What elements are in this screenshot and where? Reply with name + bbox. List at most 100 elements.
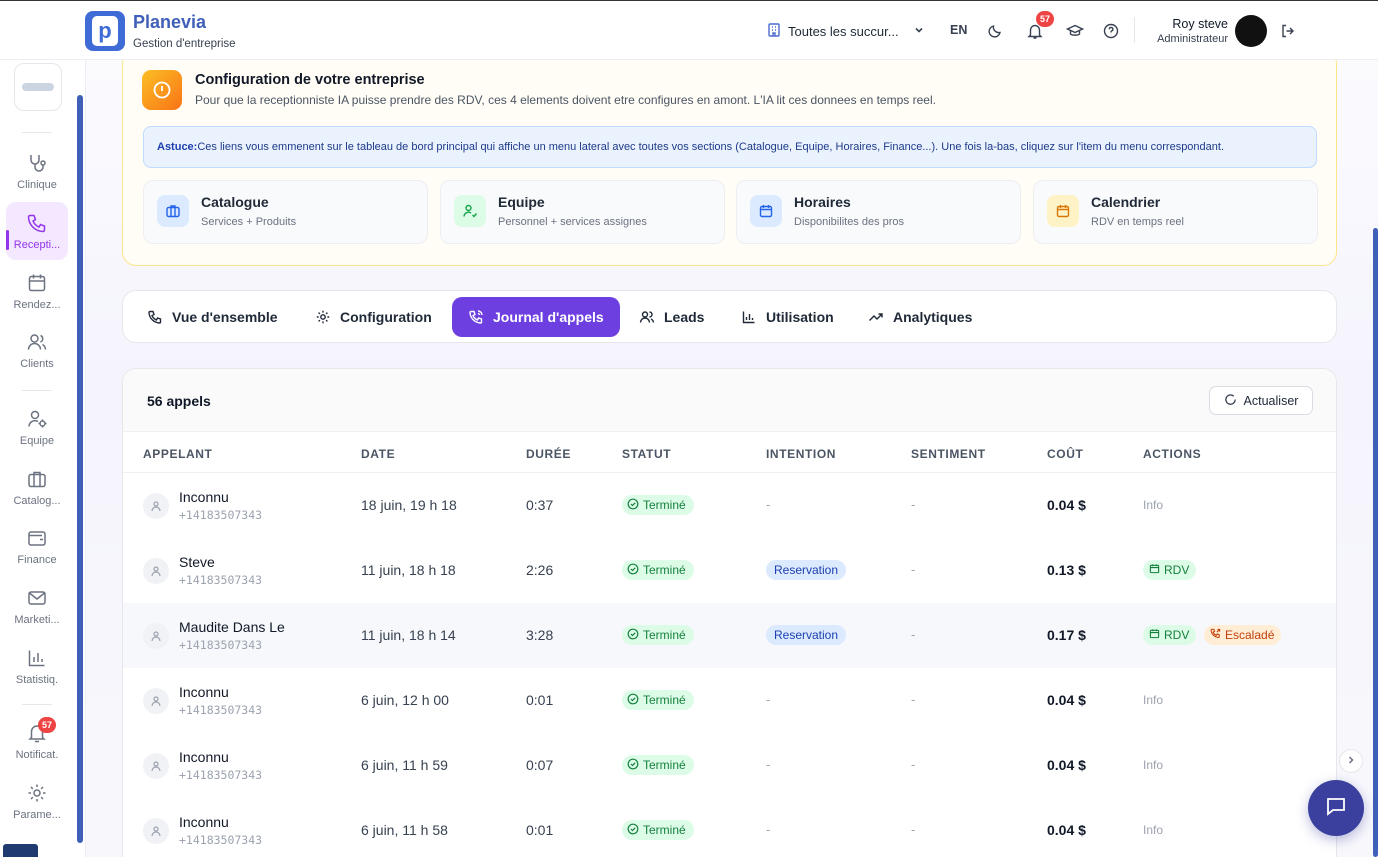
rdv-badge[interactable]: RDV: [1143, 625, 1197, 645]
sidebar-scrollbar[interactable]: [77, 95, 83, 843]
main-content: Configuration de votre entreprise Pour q…: [86, 60, 1378, 857]
avatar[interactable]: [1235, 15, 1267, 47]
tab-vue-ensemble[interactable]: Vue d'ensemble: [131, 297, 294, 337]
call-sentiment: -: [911, 627, 916, 642]
sidebar-item-marketing[interactable]: Marketi...: [6, 577, 68, 635]
chat-button[interactable]: [1308, 780, 1364, 836]
calendar-icon: [1149, 563, 1160, 577]
tab-analytiques[interactable]: Analytiques: [852, 297, 988, 337]
sidebar-item-catalogue[interactable]: Catalog...: [6, 458, 68, 516]
status-badge: Terminé: [622, 690, 694, 710]
call-date: 11 juin, 18 h 14: [361, 627, 456, 643]
notification-badge: 57: [1036, 11, 1054, 27]
table-row[interactable]: Inconnu +14183507343 6 juin, 11 h 58 0:0…: [123, 798, 1336, 857]
user-icon: [143, 818, 169, 844]
gear-icon: [315, 309, 331, 325]
chevron-down-icon: [913, 24, 925, 39]
wallet-icon: [26, 527, 48, 549]
column-header-sentiment[interactable]: SENTIMENT: [911, 447, 986, 461]
status-badge: Terminé: [622, 820, 694, 840]
column-header-appelant[interactable]: APPELANT: [143, 447, 212, 461]
calendar-icon: [1149, 628, 1160, 642]
table-row[interactable]: Inconnu +14183507343 6 juin, 12 h 00 0:0…: [123, 668, 1336, 733]
branch-select[interactable]: Toutes les succur...: [766, 21, 925, 41]
module-horaires[interactable]: Horaires Disponibilites des pros: [736, 180, 1021, 244]
rdv-badge[interactable]: RDV: [1143, 560, 1197, 580]
column-header-date[interactable]: DATE: [361, 447, 395, 461]
sidebar-item-rendez-vous[interactable]: Rendez...: [6, 262, 68, 320]
status-badge: Terminé: [622, 495, 694, 515]
user-name: Roy steve: [1172, 17, 1228, 31]
graduation-cap-icon[interactable]: [1065, 21, 1085, 41]
escalade-badge[interactable]: Escaladé: [1204, 625, 1282, 645]
tip-label: Astuce:: [157, 141, 198, 153]
language-toggle[interactable]: EN: [950, 23, 967, 37]
logout-icon[interactable]: [1278, 21, 1298, 41]
column-header-duree[interactable]: DURÉE: [526, 447, 571, 461]
refresh-icon: [1224, 393, 1237, 409]
table-row[interactable]: Maudite Dans Le +14183507343 11 juin, 18…: [123, 603, 1336, 668]
call-intention: -: [766, 497, 771, 512]
tab-leads[interactable]: Leads: [623, 297, 720, 337]
status-label: Terminé: [643, 823, 686, 837]
tab-journal-appels[interactable]: Journal d'appels: [452, 297, 620, 337]
mail-icon: [26, 587, 48, 609]
check-circle-icon: [627, 628, 639, 643]
table-row[interactable]: Steve +14183507343 11 juin, 18 h 18 2:26…: [123, 538, 1336, 603]
user-icon: [143, 558, 169, 584]
moon-icon[interactable]: [985, 21, 1005, 41]
sidebar-item-notifications[interactable]: Notificat.: [6, 712, 68, 770]
table-row[interactable]: Inconnu +14183507343 6 juin, 11 h 59 0:0…: [123, 733, 1336, 798]
column-header-intention[interactable]: INTENTION: [766, 447, 836, 461]
notification-badge: 57: [38, 717, 56, 733]
user-icon: [143, 688, 169, 714]
sidebar-divider: [22, 132, 52, 133]
column-header-statut[interactable]: STATUT: [622, 447, 671, 461]
phone-icon: [147, 309, 163, 325]
table-row[interactable]: Inconnu +14183507343 18 juin, 19 h 18 0:…: [123, 473, 1336, 538]
column-header-actions[interactable]: ACTIONS: [1143, 447, 1201, 461]
calendar-icon: [1047, 195, 1079, 227]
caller-phone: +14183507343: [179, 508, 263, 522]
sidebar-item-statistiques[interactable]: Statistiq.: [6, 637, 68, 695]
briefcase-icon: [26, 468, 48, 490]
sidebar-divider: [22, 704, 52, 705]
info-link[interactable]: Info: [1143, 693, 1163, 707]
sidebar-item-label: Catalog...: [13, 494, 61, 507]
caller-phone: +14183507343: [179, 573, 263, 587]
module-calendrier[interactable]: Calendrier RDV en temps reel: [1033, 180, 1318, 244]
check-circle-icon: [627, 563, 639, 578]
tab-utilisation[interactable]: Utilisation: [725, 297, 850, 337]
sidebar-item-label: Finance: [17, 553, 57, 566]
tab-configuration[interactable]: Configuration: [299, 297, 448, 337]
config-card: Configuration de votre entreprise Pour q…: [122, 60, 1337, 266]
caller-phone: +14183507343: [179, 638, 263, 652]
status-badge: Terminé: [622, 625, 694, 645]
page-scrollbar[interactable]: [1373, 228, 1378, 857]
info-link[interactable]: Info: [1143, 498, 1163, 512]
sidebar-item-clinique[interactable]: Clinique: [6, 142, 68, 200]
next-button[interactable]: [1339, 749, 1363, 773]
user-icon: [143, 753, 169, 779]
brand-logo[interactable]: p: [85, 11, 125, 51]
module-catalogue[interactable]: Catalogue Services + Produits: [143, 180, 428, 244]
sidebar-item-equipe[interactable]: Equipe: [6, 398, 68, 456]
info-link[interactable]: Info: [1143, 758, 1163, 772]
call-cost: 0.04 $: [1047, 757, 1086, 773]
company-logo[interactable]: [14, 63, 62, 111]
phone-icon: [26, 212, 48, 234]
sidebar-item-finance[interactable]: Finance: [6, 517, 68, 575]
tip-text: Ces liens vous emmenent sur le tableau d…: [197, 141, 1225, 153]
sidebar-item-receptionniste[interactable]: Recepti...: [6, 202, 68, 260]
bar-chart-icon: [26, 647, 48, 669]
sidebar-item-clients[interactable]: Clients: [6, 321, 68, 379]
alert-icon: [142, 70, 182, 110]
info-link[interactable]: Info: [1143, 823, 1163, 837]
calendar-icon: [750, 195, 782, 227]
column-header-cout[interactable]: COÛT: [1047, 447, 1083, 461]
call-sentiment: -: [911, 562, 916, 577]
caller-phone: +14183507343: [179, 768, 263, 782]
module-equipe[interactable]: Equipe Personnel + services assignes: [440, 180, 725, 244]
sidebar-item-parametres[interactable]: Parame...: [6, 772, 68, 830]
refresh-button[interactable]: Actualiser: [1209, 386, 1313, 415]
